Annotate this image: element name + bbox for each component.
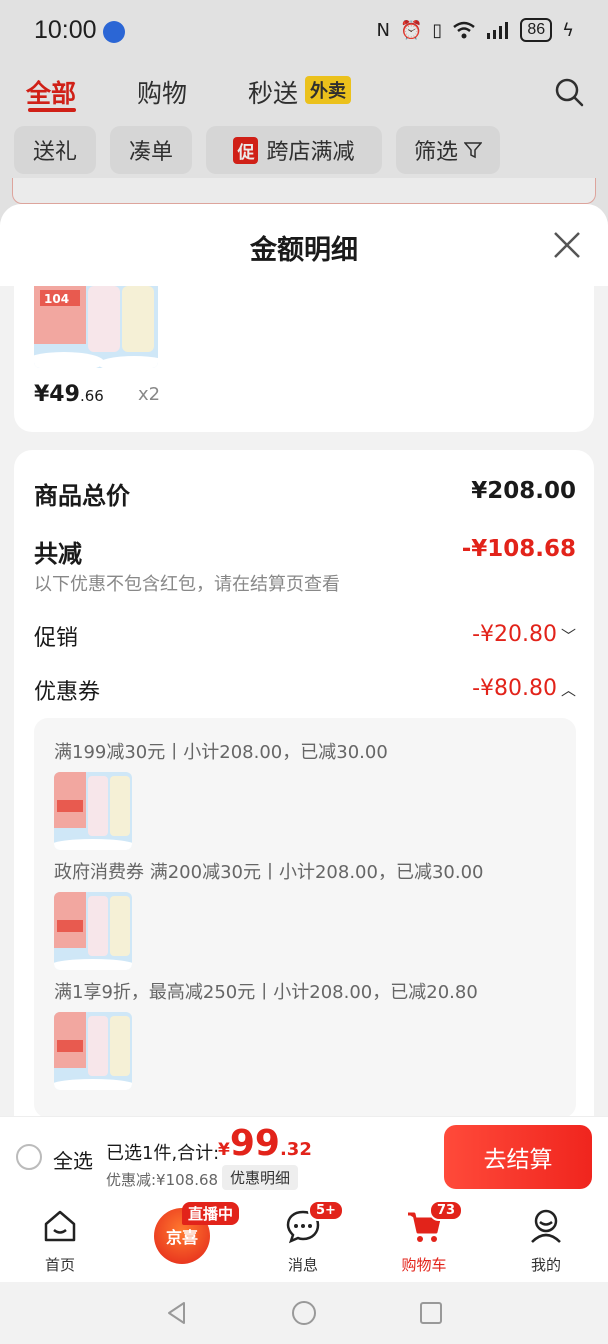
coupon-product-image — [54, 1012, 132, 1090]
promo-label: 促销 — [34, 626, 79, 651]
chevron-down-icon: ﹀ — [560, 627, 576, 645]
coupon-line-1: 满199减30元丨小计208.00，已减30.00 — [54, 742, 388, 763]
total-value: ¥208.00 — [471, 478, 576, 504]
coupon-detail-box: 满199减30元丨小计208.00，已减30.00 政府消费券 满200减30元… — [34, 718, 576, 1118]
profile-icon — [531, 1209, 561, 1243]
dim-overlay[interactable] — [0, 0, 608, 230]
promo-value: -¥20.80 — [472, 622, 557, 647]
nav-mine[interactable]: 我的 — [501, 1206, 591, 1280]
cart-badge: 73 — [429, 1200, 464, 1221]
select-all-radio[interactable] — [16, 1144, 42, 1170]
promo-row[interactable]: -¥20.80 ﹀ — [472, 622, 576, 647]
pack-label: 104 — [44, 292, 69, 306]
back-icon[interactable] — [164, 1300, 190, 1326]
reduce-note: 以下优惠不包含红包，请在结算页查看 — [34, 574, 340, 595]
bottom-nav: 首页 消息 5+ 购物车 73 我的 — [0, 1200, 608, 1282]
product-card: 104 ¥49.66 x2 — [14, 286, 594, 432]
total-currency: ¥ — [218, 1140, 230, 1160]
nav-home[interactable]: 首页 — [15, 1206, 105, 1280]
coupon-line-3: 满1享9折，最高减250元丨小计208.00，已减20.80 — [54, 982, 478, 1003]
nav-cart-label: 购物车 — [401, 1256, 447, 1274]
total-price: ¥99.32 — [218, 1123, 312, 1164]
live-badge: 直播中 — [182, 1202, 240, 1225]
selected-count: 已选1件,合计: — [106, 1143, 220, 1164]
messages-badge: 5+ — [308, 1200, 344, 1221]
chevron-up-icon: ︿ — [560, 681, 576, 699]
product-quantity: x2 — [138, 384, 161, 405]
nav-messages-label: 消息 — [287, 1256, 318, 1274]
amount-detail-sheet: 金额明细 104 ¥49.66 x2 商品总价 ¥208.00 共减 -¥108… — [0, 204, 608, 1200]
product-price-int: ¥49 — [34, 382, 80, 407]
coupon-label: 优惠券 — [34, 680, 101, 705]
nav-cart[interactable]: 购物车 73 — [379, 1200, 469, 1280]
nav-mine-label: 我的 — [530, 1256, 561, 1274]
coupon-value: -¥80.80 — [472, 676, 557, 701]
coupon-product-image — [54, 772, 132, 850]
system-nav-bar — [0, 1282, 608, 1344]
sheet-header: 金额明细 — [0, 204, 608, 286]
total-label: 商品总价 — [34, 482, 130, 510]
product-image: 104 — [34, 286, 158, 368]
close-icon[interactable] — [552, 230, 582, 260]
total-dec: .32 — [279, 1139, 312, 1160]
sheet-title: 金额明细 — [250, 235, 358, 266]
coupon-line-2: 政府消费券 满200减30元丨小计208.00，已减30.00 — [54, 862, 484, 883]
recents-icon[interactable] — [418, 1300, 444, 1326]
nav-home-label: 首页 — [44, 1256, 75, 1274]
reduce-label: 共减 — [34, 540, 82, 568]
coupon-row[interactable]: -¥80.80 ︿ — [472, 676, 576, 701]
total-int: 99 — [229, 1123, 280, 1164]
nav-messages[interactable]: 消息 5+ — [258, 1200, 348, 1280]
home-icon — [44, 1210, 76, 1242]
product-price: ¥49.66 — [34, 382, 104, 407]
amount-detail-card: 商品总价 ¥208.00 共减 -¥108.68 以下优惠不包含红包，请在结算页… — [14, 450, 594, 1200]
reduce-value: -¥108.68 — [461, 536, 576, 562]
discount-detail-link[interactable]: 优惠明细 — [222, 1165, 299, 1190]
home-circle-icon[interactable] — [291, 1300, 317, 1326]
checkout-bar: 全选 已选1件,合计: ¥99.32 优惠减:¥108.68 优惠明细 去结算 — [0, 1116, 608, 1200]
checkout-button[interactable]: 去结算 — [444, 1125, 592, 1189]
product-price-dec: .66 — [79, 387, 104, 405]
select-all-label[interactable]: 全选 — [53, 1145, 93, 1174]
discount-text: 优惠减:¥108.68 — [106, 1171, 219, 1189]
coupon-product-image — [54, 892, 132, 970]
